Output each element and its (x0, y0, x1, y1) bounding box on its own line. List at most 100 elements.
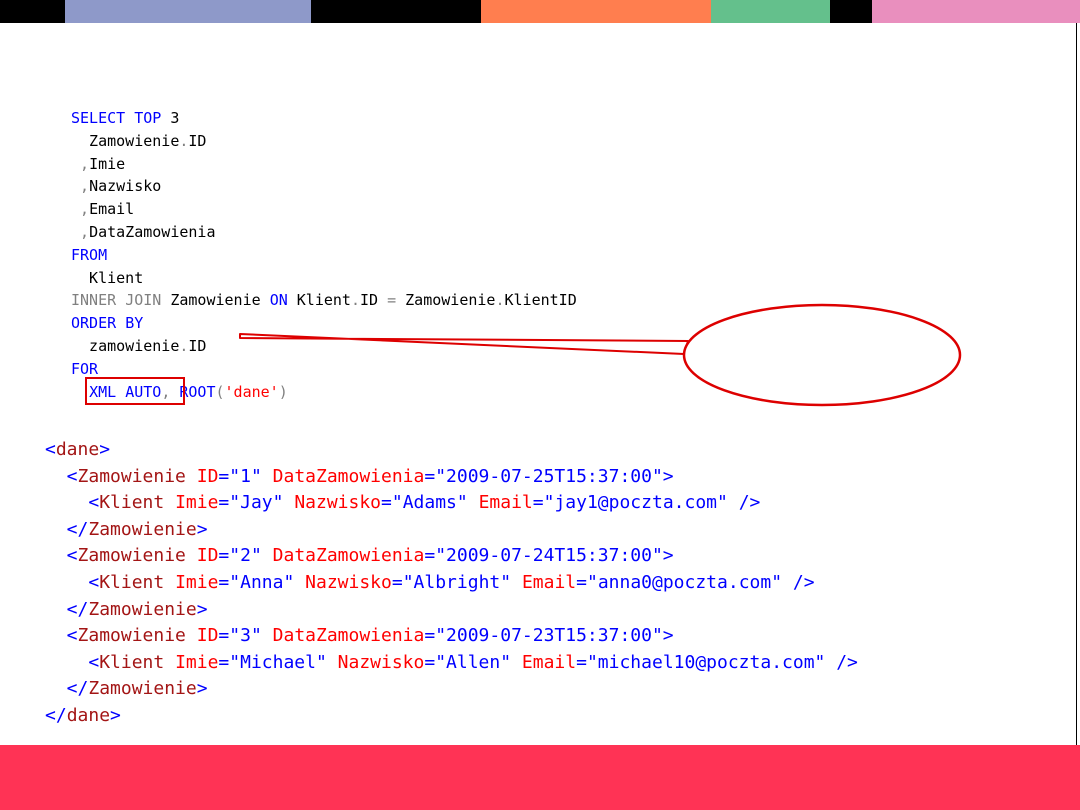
code-token: Nazwisko (294, 492, 382, 514)
xml-line: <Klient Imie="Michael" Nazwisko="Allen" … (45, 650, 858, 677)
code-token: Email (521, 651, 577, 673)
code-token: ID (196, 465, 219, 487)
code-token: Zamowienie (88, 598, 197, 620)
code-token: < (45, 439, 56, 460)
code-token: < (45, 571, 100, 593)
code-token: DataZamowienia (272, 465, 425, 487)
xml-line: <Zamowienie ID="3" DataZamowienia="2009-… (45, 623, 858, 650)
code-token: > (196, 518, 208, 540)
code-token: " /> (717, 492, 761, 514)
code-token: " (250, 625, 262, 647)
code-token: Klient (99, 651, 165, 673)
code-token: =" (424, 465, 447, 487)
code-token: Zamowienie (88, 518, 197, 540)
code-token: < (45, 545, 78, 567)
code-token: =" (218, 571, 241, 593)
xml-line: </Zamowienie> (45, 597, 858, 624)
code-token: Nazwisko (337, 651, 425, 673)
code-token: " (283, 571, 295, 593)
code-token: ID (196, 545, 219, 567)
code-token: dane (66, 704, 111, 726)
code-token: DataZamowienia (272, 625, 425, 647)
callout-pointer (239, 333, 689, 355)
code-token: Imie (175, 571, 219, 593)
code-token: 2 (240, 545, 251, 567)
code-token: </ (45, 704, 67, 726)
code-token: Zamowienie (77, 465, 186, 487)
code-token: > (110, 704, 121, 726)
xml-result-code: <dane> <Zamowienie ID="1" DataZamowienia… (45, 437, 858, 730)
code-token: < (45, 492, 100, 514)
code-token: < (45, 651, 100, 673)
code-token: =" (424, 625, 447, 647)
code-token: michael10@poczta.com (597, 651, 815, 673)
code-token: "> (651, 465, 674, 487)
code-token: Anna (240, 571, 284, 593)
code-token: =" (576, 571, 598, 593)
code-token: =" (218, 651, 241, 673)
code-token: " (456, 492, 468, 514)
code-token: 2009-07-24T15:37:00 (446, 545, 652, 567)
xml-line: </Zamowienie> (45, 676, 858, 703)
code-token: Imie (175, 651, 219, 673)
code-token: Michael (240, 651, 316, 673)
code-token: " /> (814, 651, 858, 673)
code-token: DataZamowienia (272, 545, 425, 567)
code-token: Klient (99, 571, 165, 593)
xml-line: <Zamowienie ID="1" DataZamowienia="2009-… (45, 464, 858, 491)
code-token: Adams (402, 492, 457, 514)
callout-ellipse (682, 303, 962, 407)
code-token: ID (196, 625, 219, 647)
code-token: > (196, 598, 208, 620)
code-token: =" (576, 651, 598, 673)
code-token: " /> (771, 571, 815, 593)
code-token: =" (424, 545, 447, 567)
xml-line: <dane> (45, 437, 858, 464)
code-token: 3 (240, 625, 251, 647)
code-token: Klient (99, 492, 165, 514)
code-token: " (500, 571, 512, 593)
code-token: anna0@poczta.com (597, 571, 772, 593)
code-token: "> (651, 625, 674, 647)
code-token: Allen (446, 651, 501, 673)
code-token: " (272, 492, 284, 514)
code-token: Imie (175, 492, 219, 514)
code-token: 2009-07-25T15:37:00 (446, 465, 652, 487)
xml-line: <Klient Imie="Jay" Nazwisko="Adams" Emai… (45, 490, 858, 517)
code-token: </ (45, 678, 89, 700)
code-token: =" (381, 492, 403, 514)
code-token: =" (218, 545, 241, 567)
code-token: Zamowienie (77, 625, 186, 647)
code-token: " (250, 545, 262, 567)
xml-line: </Zamowienie> (45, 517, 858, 544)
code-token: Jay (240, 492, 273, 514)
code-token: " (250, 465, 262, 487)
code-token: 1 (240, 465, 251, 487)
code-token: Zamowienie (77, 545, 186, 567)
code-token: < (45, 625, 78, 647)
xml-line: <Klient Imie="Anna" Nazwisko="Albright" … (45, 570, 858, 597)
code-token: =" (424, 651, 447, 673)
code-token: < (45, 465, 78, 487)
code-token: "> (651, 545, 674, 567)
xml-line: </dane> (45, 703, 858, 730)
xml-line: <Zamowienie ID="2" DataZamowienia="2009-… (45, 543, 858, 570)
code-token: > (99, 439, 111, 460)
code-token: > (196, 678, 208, 700)
code-token: =" (391, 571, 414, 593)
code-token: 2009-07-23T15:37:00 (446, 625, 652, 647)
code-token: " (500, 651, 512, 673)
